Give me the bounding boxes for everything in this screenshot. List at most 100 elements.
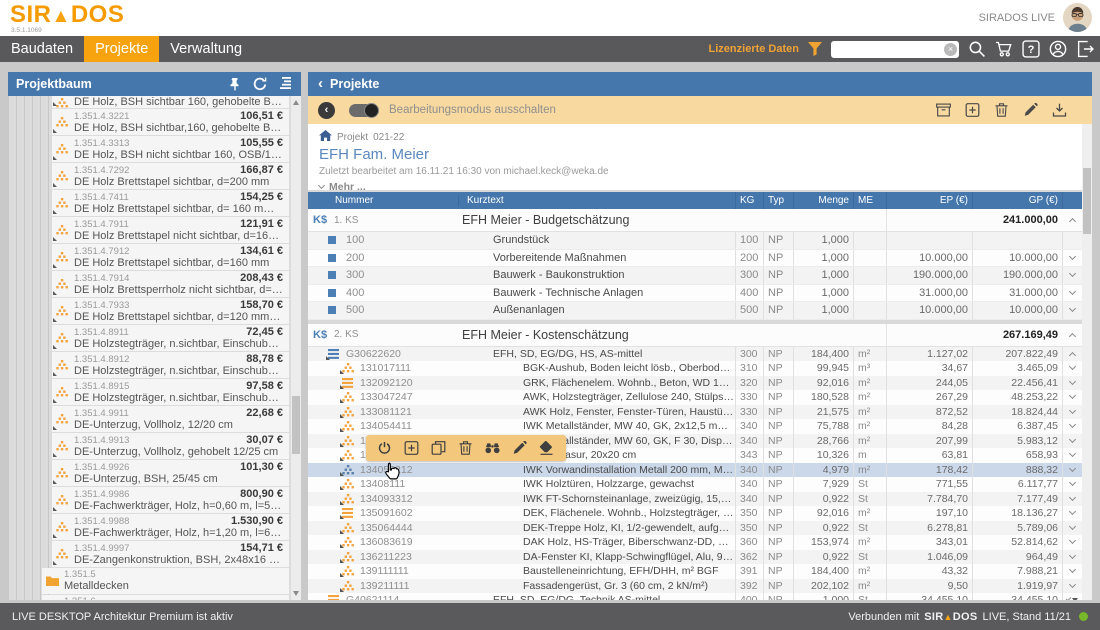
help-icon[interactable]: ? <box>1022 40 1040 58</box>
tree-view-icon[interactable] <box>277 77 293 91</box>
tree-item[interactable]: 1.351.4.991330,07 €DE-Unterzug, Vollholz… <box>52 433 289 459</box>
table-row[interactable]: 200Vorbereitende Maßnahmen200NP1,00010.0… <box>308 250 1082 268</box>
search-input[interactable] <box>831 43 959 60</box>
table-row[interactable]: 100Grundstück100NP1,000 <box>308 232 1082 250</box>
table-row[interactable]: 135064444DEK-Treppe Holz, KI, 1/2-gewend… <box>308 521 1082 536</box>
tree-item[interactable]: 1.351.4.7914208,43 €DE Holz Brettsperrho… <box>52 271 289 297</box>
expand-chevron-icon[interactable] <box>1069 253 1076 260</box>
table-row[interactable]: 132092120GRK, Flächenelem. Wohnb., Beton… <box>308 376 1082 391</box>
expand-chevron-icon[interactable] <box>1069 508 1076 515</box>
nav-tab-verwaltung[interactable]: Verwaltung <box>159 36 253 62</box>
scroll-up-icon[interactable] <box>293 100 299 105</box>
col-menge[interactable]: Menge <box>793 192 853 209</box>
tree-item[interactable]: DE Holz, BSH sichtbar 160, gehobelte Bre… <box>52 96 289 108</box>
table-row[interactable]: 136083619DAK Holz, HS-Träger, Biberschwa… <box>308 535 1082 550</box>
col-kurztext[interactable]: Kurztext <box>458 195 735 206</box>
expand-chevron-icon[interactable] <box>1069 421 1076 428</box>
tree-item[interactable]: 1.351.4.891288,78 €DE Holzstegträger, n.… <box>52 352 289 378</box>
nav-tab-projekte[interactable]: Projekte <box>84 36 159 62</box>
scroll-down-icon[interactable] <box>293 591 299 596</box>
tree-item[interactable]: 1.351.4.891597,58 €DE Holzstegträger, n.… <box>52 379 289 405</box>
expand-chevron-icon[interactable] <box>1068 332 1075 339</box>
eraser-icon[interactable] <box>539 441 555 456</box>
col-gp[interactable]: GP (€) <box>972 192 1062 209</box>
table-row[interactable]: 139211111Fassadengerüst, Gr. 3 (60 cm, 2… <box>308 579 1082 594</box>
expand-chevron-icon[interactable] <box>1069 494 1076 501</box>
tree-item[interactable]: 1.351.4.3221106,51 €DE Holz, BSH sichtba… <box>52 109 289 135</box>
expand-chevron-icon[interactable] <box>1066 596 1072 600</box>
archive-icon[interactable] <box>936 103 952 118</box>
section-header-row[interactable]: K$2. KSEFH Meier - Kostenschätzung267.16… <box>308 324 1082 347</box>
expand-chevron-icon[interactable] <box>1069 581 1076 588</box>
table-row[interactable]: 134054411IWK Metallständer, MW 40, GK, 2… <box>308 419 1082 434</box>
expand-chevron-icon[interactable] <box>1069 288 1076 295</box>
tree-item[interactable]: 1.351.4.99881.530,90 €DE-Fachwerkträger,… <box>52 514 289 540</box>
account-area[interactable]: SIRADOS LIVE <box>979 3 1092 32</box>
table-row[interactable]: G30622620EFH, SD, EG/DG, HS, AS-mittel30… <box>308 347 1082 362</box>
tree-scrollbar[interactable] <box>291 96 301 600</box>
projects-panel-header[interactable]: ‹ Projekte <box>308 72 1092 96</box>
expand-chevron-icon[interactable] <box>1069 465 1076 472</box>
table-row[interactable]: 400Bauwerk - Technische Anlagen400NP1,00… <box>308 285 1082 303</box>
table-row[interactable]: 139111111Baustelleneinrichtung, EFH/DHH,… <box>308 564 1082 579</box>
tree-item[interactable]: 1.351.6 <box>42 595 289 600</box>
delete-icon[interactable] <box>994 103 1010 118</box>
expand-chevron-icon[interactable] <box>1069 270 1076 277</box>
tree-item[interactable]: 1.351.4.7911121,91 €DE Holz Brettstapel … <box>52 217 289 243</box>
tree-scrollbar-thumb[interactable] <box>292 396 300 454</box>
col-ep[interactable]: EP (€) <box>886 192 972 209</box>
tree-item[interactable]: 1.351.4.9997154,71 €DE-Zangenkonstruktio… <box>52 541 289 567</box>
expand-chevron-icon[interactable] <box>1069 378 1076 385</box>
account-icon[interactable] <box>1049 40 1067 58</box>
tree-item[interactable]: 1.351.4.9986800,90 €DE-Fachwerkträger, H… <box>52 487 289 513</box>
tree-item[interactable]: 1.351.4.7912134,61 €DE Holz Brettstapel … <box>52 244 289 270</box>
table-row[interactable]: 134342122turharz-Lasur, 20x20 cm343NP10,… <box>308 448 1082 463</box>
col-me[interactable]: ME <box>853 192 886 209</box>
search-icon[interactable] <box>968 40 986 58</box>
cart-icon[interactable] <box>995 40 1013 58</box>
tree-item[interactable]: 1.351.4.7292166,87 €DE Holz Brettstapel … <box>52 163 289 189</box>
tree-item[interactable]: 1.351.4.891172,45 €DE Holzstegträger, n.… <box>52 325 289 351</box>
tree-item[interactable]: 1.351.4.991122,68 €DE-Unterzug, Vollholz… <box>52 406 289 432</box>
user-avatar[interactable] <box>1063 3 1092 32</box>
table-scrollbar-thumb[interactable] <box>1083 168 1091 234</box>
expand-chevron-icon[interactable] <box>1069 436 1076 443</box>
table-row[interactable]: 133047247AWK, Holzstegträger, Zellulose … <box>308 390 1082 405</box>
table-row[interactable]: 131017111BGK-Aushub, Boden leicht lösb.,… <box>308 361 1082 376</box>
expand-chevron-icon[interactable] <box>1069 479 1076 486</box>
back-chevron-icon[interactable]: ‹ <box>318 73 323 95</box>
col-typ[interactable]: Typ <box>763 192 793 209</box>
table-row[interactable]: 134058212IWK Vorwandinstallation Metall … <box>308 463 1082 478</box>
expand-chevron-icon[interactable] <box>1069 352 1076 359</box>
delete-icon[interactable] <box>458 441 474 456</box>
pin-icon[interactable] <box>229 77 245 91</box>
logout-icon[interactable] <box>1076 40 1094 58</box>
power-icon[interactable] <box>377 441 393 456</box>
table-row[interactable]: G40621114EFH, SD, EG/DG, Technik AS-mitt… <box>308 593 1082 600</box>
table-row[interactable]: 135091602DEK, Flächenele. Wohnb., Holzst… <box>308 506 1082 521</box>
edit-mode-toggle[interactable] <box>349 104 379 117</box>
expand-chevron-icon[interactable] <box>1069 552 1076 559</box>
table-row[interactable]: 500Außenanlagen500NP1,00010.000,0010.000… <box>308 302 1082 320</box>
add-icon[interactable] <box>404 441 420 456</box>
expand-chevron-icon[interactable] <box>1068 218 1075 225</box>
search-box[interactable]: × <box>831 41 959 58</box>
expand-chevron-icon[interactable] <box>1069 407 1076 414</box>
nav-tab-baudaten[interactable]: Baudaten <box>0 36 84 62</box>
expand-chevron-icon[interactable] <box>1069 450 1076 457</box>
tree-item[interactable]: 1.351.4.9926101,30 €DE-Unterzug, BSH, 25… <box>52 460 289 486</box>
col-nummer[interactable]: Nummer <box>308 195 458 206</box>
download-icon[interactable] <box>1052 103 1068 118</box>
expand-chevron-icon[interactable] <box>1069 566 1076 573</box>
edit-icon[interactable] <box>1023 103 1039 118</box>
refresh-icon[interactable] <box>253 77 269 91</box>
expand-chevron-icon[interactable] <box>1069 305 1076 312</box>
project-name-link[interactable]: EFH Fam. Meier <box>319 146 1092 163</box>
expand-chevron-icon[interactable] <box>1069 523 1076 530</box>
tree-item[interactable]: 1.351.4.7411154,25 €DE Holz Brettstapel … <box>52 190 289 216</box>
expand-chevron-icon[interactable] <box>1069 392 1076 399</box>
add-icon[interactable] <box>965 103 981 118</box>
dropdown-caret-icon[interactable] <box>1072 598 1078 600</box>
table-row[interactable]: 300Bauwerk - Baukonstruktion300NP1,00019… <box>308 267 1082 285</box>
search-clear-icon[interactable]: × <box>944 43 957 56</box>
